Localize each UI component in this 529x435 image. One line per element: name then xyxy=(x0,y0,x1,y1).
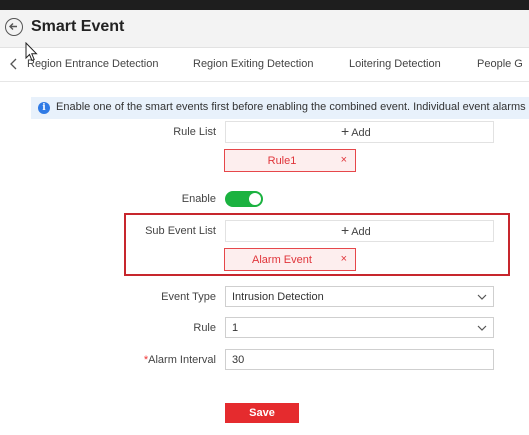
tab-region-entrance-detection[interactable]: Region Entrance Detection xyxy=(27,58,158,70)
rule-label: Rule xyxy=(193,322,216,334)
enable-toggle[interactable] xyxy=(225,191,263,207)
rule-tag[interactable]: Rule1 × xyxy=(224,149,356,172)
add-label: Add xyxy=(351,127,371,139)
event-type-label: Event Type xyxy=(161,291,216,303)
page-title: Smart Event xyxy=(31,18,125,35)
tab-people-gathering[interactable]: People G xyxy=(477,58,523,70)
save-button[interactable]: Save xyxy=(225,403,299,423)
event-type-value: Intrusion Detection xyxy=(232,291,324,303)
sub-event-list-label: Sub Event List xyxy=(145,225,216,237)
enable-label: Enable xyxy=(181,193,216,205)
rule-select[interactable]: 1 xyxy=(225,317,494,338)
info-notice: i Enable one of the smart events first b… xyxy=(31,97,529,119)
tab-region-exiting-detection[interactable]: Region Exiting Detection xyxy=(193,58,313,70)
remove-sub-event-icon[interactable]: × xyxy=(341,253,347,265)
scroll-left-icon[interactable] xyxy=(10,58,18,70)
chevron-down-icon xyxy=(477,294,487,300)
tab-loitering-detection[interactable]: Loitering Detection xyxy=(349,58,441,70)
chevron-down-icon xyxy=(477,325,487,331)
page-header: Smart Event xyxy=(0,10,529,48)
alarm-interval-input[interactable]: 30 xyxy=(225,349,494,370)
mouse-cursor-icon xyxy=(25,42,38,62)
plus-icon: + xyxy=(341,123,350,139)
alarm-interval-label: *Alarm Interval xyxy=(96,354,216,366)
notice-text: Enable one of the smart events first bef… xyxy=(56,101,526,113)
window-top-bar xyxy=(0,0,529,10)
remove-rule-icon[interactable]: × xyxy=(341,154,347,166)
add-label: Add xyxy=(351,226,371,238)
event-type-select[interactable]: Intrusion Detection xyxy=(225,286,494,307)
rule-list-add-button[interactable]: + Add xyxy=(225,121,494,143)
rule-list-label: Rule List xyxy=(173,126,216,138)
smart-event-tabs: Region Entrance Detection Region Exiting… xyxy=(0,48,529,82)
rule-tag-label: Rule1 xyxy=(267,155,297,167)
back-button[interactable] xyxy=(5,18,23,36)
rule-value: 1 xyxy=(232,322,239,334)
sub-event-tag[interactable]: Alarm Event × xyxy=(224,248,356,271)
alarm-interval-value: 30 xyxy=(232,354,245,366)
sub-event-add-button[interactable]: + Add xyxy=(225,220,494,242)
plus-icon: + xyxy=(341,222,350,238)
alarm-interval-label-text: Alarm Interval xyxy=(148,354,216,366)
info-icon: i xyxy=(38,102,50,114)
sub-event-tag-label: Alarm Event xyxy=(252,254,312,266)
back-arrow-icon xyxy=(9,23,17,30)
toggle-knob xyxy=(249,193,261,205)
